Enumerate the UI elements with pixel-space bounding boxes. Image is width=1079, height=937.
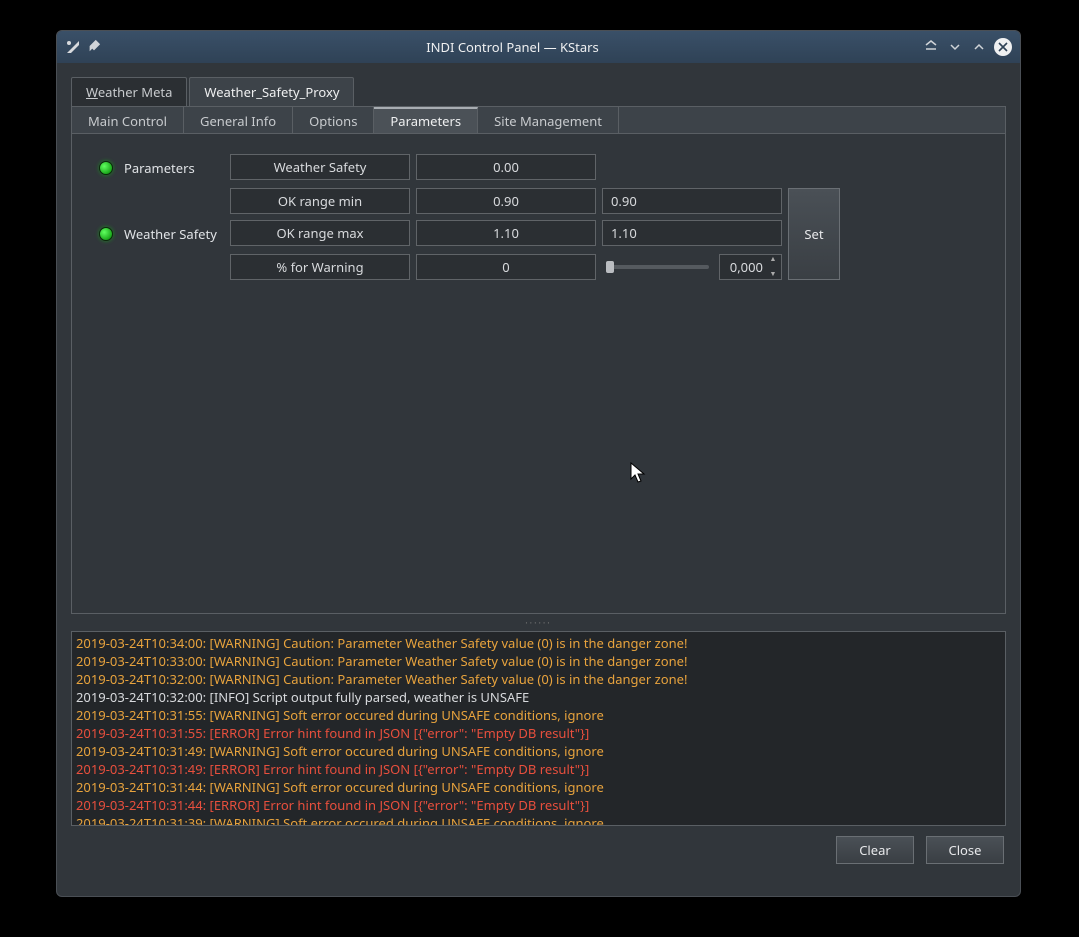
log-line: 2019-03-24T10:32:00: [WARNING] Caution: … (74, 670, 1003, 688)
section-tabbar: Main Control General Info Options Parame… (71, 106, 1006, 134)
splitter-handle[interactable]: ······ (71, 616, 1006, 629)
log-line: 2019-03-24T10:31:55: [WARNING] Soft erro… (74, 706, 1003, 724)
spinner-down-icon[interactable]: ▼ (767, 271, 779, 278)
window-title: INDI Control Panel — KStars (103, 38, 922, 56)
tab-general-info[interactable]: General Info (184, 107, 293, 133)
tab-main-control[interactable]: Main Control (72, 107, 184, 133)
group-label-weather-safety: Weather Safety (124, 220, 224, 248)
log-line: 2019-03-24T10:31:44: [ERROR] Error hint … (74, 796, 1003, 814)
tab-options[interactable]: Options (293, 107, 374, 133)
indi-control-panel-window: INDI Control Panel — KStars Weather Meta… (56, 30, 1021, 897)
group-label-parameters: Parameters (124, 154, 224, 182)
param-edit-ok-max[interactable]: 1.10 (602, 220, 782, 246)
status-led-parameters (99, 161, 113, 175)
warning-slider[interactable] (606, 265, 709, 269)
log-line: 2019-03-24T10:32:00: [INFO] Script outpu… (74, 688, 1003, 706)
log-line: 2019-03-24T10:34:00: [WARNING] Caution: … (74, 634, 1003, 652)
log-line: 2019-03-24T10:31:44: [WARNING] Soft erro… (74, 778, 1003, 796)
log-line: 2019-03-24T10:31:49: [WARNING] Soft erro… (74, 742, 1003, 760)
param-label-ok-max: OK range max (230, 220, 410, 246)
minimize-icon[interactable] (946, 38, 964, 56)
tab-site-management[interactable]: Site Management (478, 107, 619, 133)
maximize-icon[interactable] (970, 38, 988, 56)
keep-above-icon[interactable] (922, 38, 940, 56)
parameters-panel: Parameters Weather Safety 0.00 OK range … (71, 134, 1006, 614)
close-button[interactable]: Close (926, 836, 1004, 864)
device-tabbar: Weather Meta Weather_Safety_Proxy (71, 77, 1006, 106)
status-led-weather-safety (99, 227, 113, 241)
param-value-ok-min: 0.90 (416, 188, 596, 214)
param-value-warning-pct: 0 (416, 254, 596, 280)
param-value-ok-max: 1.10 (416, 220, 596, 246)
app-icon (65, 39, 81, 55)
log-line: 2019-03-24T10:31:49: [ERROR] Error hint … (74, 760, 1003, 778)
warning-spinbox[interactable]: 0,000 ▲▼ (719, 254, 782, 280)
log-line: 2019-03-24T10:31:55: [ERROR] Error hint … (74, 724, 1003, 742)
pin-icon[interactable] (87, 39, 103, 55)
log-line: 2019-03-24T10:31:39: [WARNING] Soft erro… (74, 814, 1003, 826)
slider-knob[interactable] (606, 261, 614, 273)
param-value-weather-safety: 0.00 (416, 154, 596, 180)
param-edit-ok-min[interactable]: 0.90 (602, 188, 782, 214)
tab-parameters[interactable]: Parameters (374, 107, 478, 133)
titlebar[interactable]: INDI Control Panel — KStars (57, 31, 1020, 63)
close-icon[interactable] (994, 38, 1012, 56)
spinner-up-icon[interactable]: ▲ (767, 256, 779, 263)
clear-button[interactable]: Clear (836, 836, 914, 864)
spin-arrows[interactable]: ▲▼ (767, 256, 779, 278)
param-label-warning-pct: % for Warning (230, 254, 410, 280)
param-spin-warning-pct: 0,000 ▲▼ (602, 254, 782, 280)
set-button[interactable]: Set (788, 188, 840, 280)
log-line: 2019-03-24T10:33:00: [WARNING] Caution: … (74, 652, 1003, 670)
tab-weather-meta[interactable]: Weather Meta (71, 77, 187, 106)
param-label-weather-safety: Weather Safety (230, 154, 410, 180)
param-label-ok-min: OK range min (230, 188, 410, 214)
log-panel[interactable]: 2019-03-24T10:34:00: [WARNING] Caution: … (71, 631, 1006, 826)
tab-weather-safety-proxy[interactable]: Weather_Safety_Proxy (189, 77, 354, 106)
